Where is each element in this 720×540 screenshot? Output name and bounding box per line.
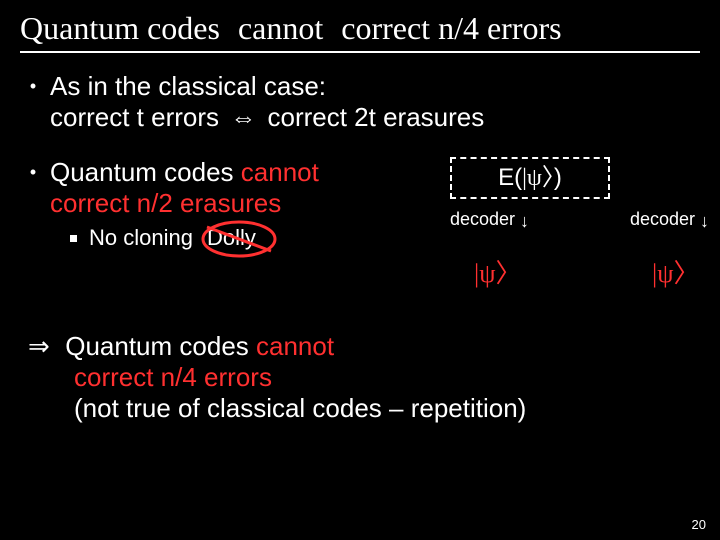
subbullet-no-cloning: No cloning Dolly xyxy=(70,225,420,251)
bullet-quantum-erasures: • Quantum codes cannot correct n/2 erasu… xyxy=(28,157,700,307)
bullet-dot-icon: • xyxy=(28,71,38,101)
psi-output-left: |ψ〉 xyxy=(474,253,522,290)
decoder-diagram: E(|ψ〉) decoder ↓ decoder ↓ |ψ〉 |ψ〉 xyxy=(420,157,700,307)
slide-title: Quantum codes cannot correct n/4 errors xyxy=(20,10,700,53)
encoded-state-box: E(|ψ〉) xyxy=(450,157,610,199)
title-part1: Quantum codes xyxy=(20,10,220,46)
decoder-label-left: decoder xyxy=(450,209,515,230)
square-bullet-icon xyxy=(70,235,77,242)
bullet1-line2: correct t errors ⇔ correct 2t erasures xyxy=(50,102,700,133)
implies-arrow-icon: ⇒ xyxy=(28,331,58,362)
bullet2-line2: correct n/2 erasures xyxy=(50,188,420,219)
page-number: 20 xyxy=(692,517,706,532)
decoder-label-right: decoder xyxy=(630,209,695,230)
bullet2-line1: Quantum codes cannot xyxy=(50,157,420,188)
dolly-text: Dolly xyxy=(207,225,256,250)
bullet1-line1: As in the classical case: xyxy=(50,71,700,102)
conclusion-line3: (not true of classical codes – repetitio… xyxy=(74,393,700,424)
down-arrow-icon: ↓ xyxy=(700,211,709,232)
title-part3: correct n/4 errors xyxy=(341,10,561,46)
down-arrow-icon: ↓ xyxy=(520,211,529,232)
psi-output-right: |ψ〉 xyxy=(652,253,700,290)
conclusion-block: ⇒ Quantum codes cannot correct n/4 error… xyxy=(28,331,700,424)
title-part2: cannot xyxy=(238,10,323,46)
bullet-dot-icon: • xyxy=(28,157,38,187)
conclusion-line2: correct n/4 errors xyxy=(74,362,700,393)
conclusion-line1: ⇒ Quantum codes cannot xyxy=(28,331,700,362)
bullet-classical-case: • As in the classical case: correct t er… xyxy=(28,71,700,133)
no-cloning-label: No cloning xyxy=(89,225,193,251)
iff-arrow-icon: ⇔ xyxy=(226,102,260,133)
